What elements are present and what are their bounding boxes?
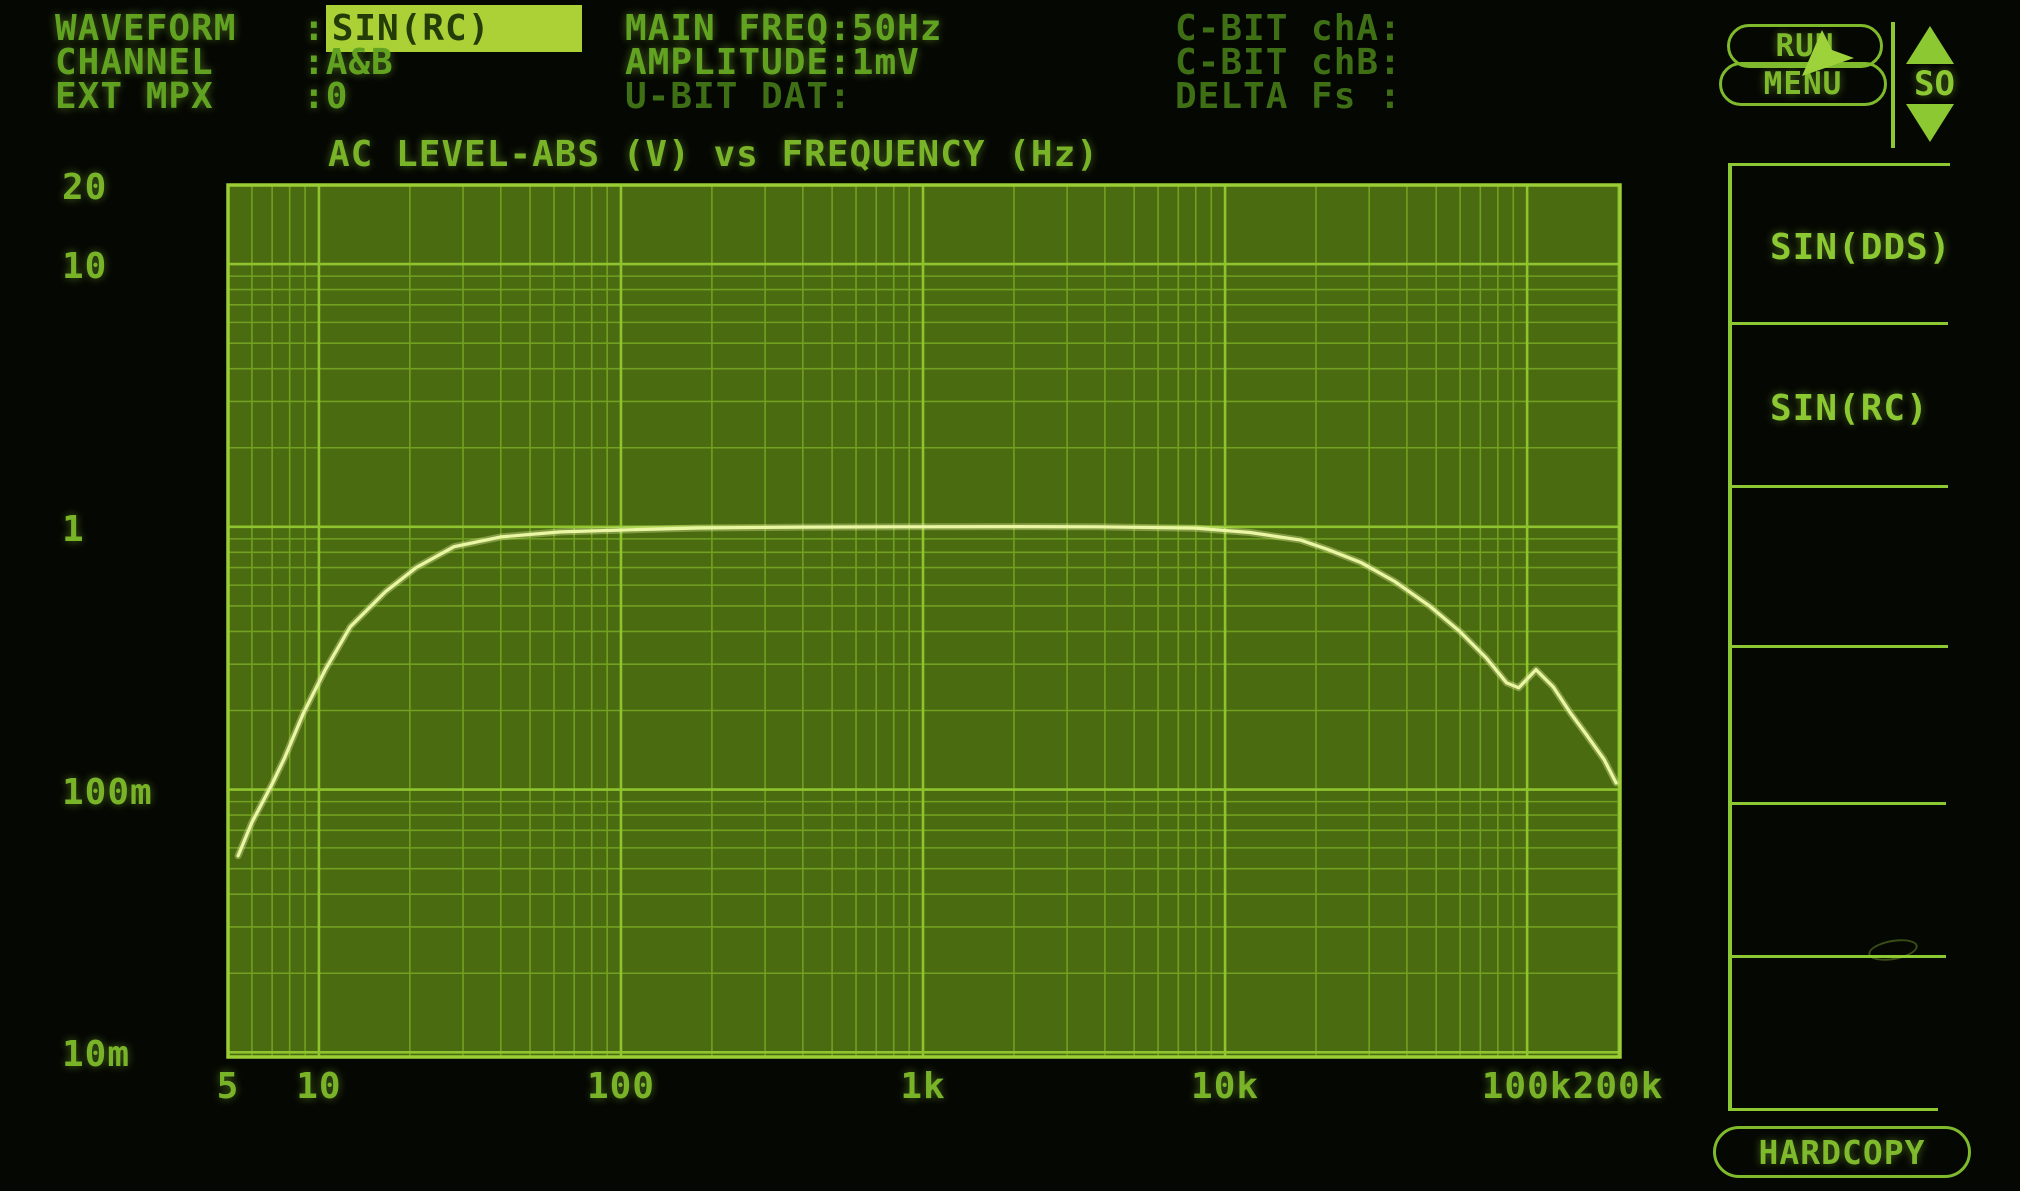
scroll-separator	[1891, 22, 1895, 148]
frequency-response-plot	[0, 0, 2020, 1191]
colon: :	[303, 76, 326, 117]
softkey-sin-rc[interactable]: SIN(RC)	[1730, 322, 1948, 485]
param-delta-fs: DELTA Fs :	[1175, 80, 1402, 114]
softkey-3[interactable]	[1730, 485, 1948, 645]
softkey-6[interactable]	[1730, 955, 1948, 1108]
x-tick-label: 10k	[1191, 1066, 1259, 1107]
x-tick-label: 100k	[1482, 1066, 1573, 1107]
param-label: EXT MPX	[55, 80, 303, 114]
softkey-label: SIN(DDS)	[1770, 227, 1951, 268]
scroll-down-icon[interactable]	[1906, 104, 1954, 142]
chart-title: AC LEVEL-ABS (V) vs FREQUENCY (Hz)	[328, 134, 1099, 175]
hardcopy-button-label: HARDCOPY	[1759, 1133, 1926, 1172]
y-tick-label: 1	[62, 509, 85, 550]
param-amplitude: AMPLITUDE:1mV	[625, 46, 920, 80]
y-tick-label: 10m	[62, 1034, 130, 1075]
colon: :	[1379, 76, 1402, 117]
param-main-freq: MAIN FREQ:50Hz	[625, 12, 942, 46]
param-label: CHANNEL	[55, 46, 303, 80]
colon: :	[829, 76, 852, 117]
softkey-4[interactable]	[1730, 645, 1948, 802]
x-tick-label: 100	[587, 1066, 655, 1107]
param-label: U-BIT DAT	[625, 76, 829, 117]
x-tick-label: 1k	[900, 1066, 945, 1107]
x-tick-label: 200k	[1573, 1066, 1664, 1107]
x-tick-label: 5	[217, 1066, 240, 1107]
param-ext-mpx: EXT MPX:0	[55, 80, 348, 114]
param-c-bit-cha: C-BIT chA:	[1175, 12, 1402, 46]
audio-analyzer-screen: WAVEFORM:SIN(RC) CHANNEL:A&B EXT MPX:0 M…	[0, 0, 2020, 1191]
param-waveform: WAVEFORM:SIN(RC)	[55, 12, 582, 46]
param-u-bit-dat: U-BIT DAT:	[625, 80, 852, 114]
param-label: WAVEFORM	[55, 12, 303, 46]
y-tick-label: 10	[62, 246, 107, 287]
param-value-amplitude[interactable]: 1mV	[852, 42, 920, 83]
softkey-sin-dds[interactable]: SIN(DDS)	[1730, 165, 1948, 322]
y-tick-label: 20	[62, 167, 107, 208]
softkey-5[interactable]	[1730, 802, 1948, 955]
param-channel: CHANNEL:A&B	[55, 46, 394, 80]
pointer-cursor-icon	[1798, 26, 1858, 82]
param-value-ext-mpx[interactable]: 0	[326, 76, 349, 117]
param-c-bit-chb: C-BIT chB:	[1175, 46, 1402, 80]
scroll-page-label: SO	[1914, 64, 1955, 104]
param-label: DELTA Fs	[1175, 76, 1379, 117]
scroll-up-icon[interactable]	[1906, 26, 1954, 64]
softkey-divider	[1728, 1108, 1938, 1111]
y-tick-label: 100m	[62, 772, 153, 813]
hardcopy-button[interactable]: HARDCOPY	[1713, 1126, 1971, 1178]
x-tick-label: 10	[296, 1066, 341, 1107]
softkey-label: SIN(RC)	[1770, 388, 1929, 429]
